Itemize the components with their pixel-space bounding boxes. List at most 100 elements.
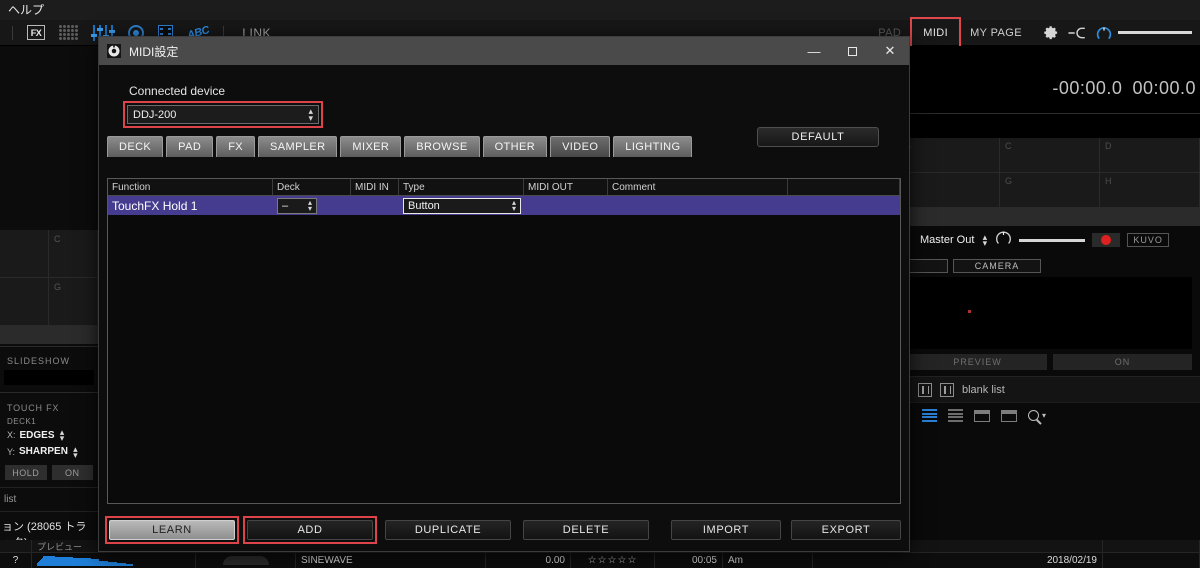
- tab-fx[interactable]: FX: [216, 136, 256, 157]
- tab-browse[interactable]: BROWSE: [404, 136, 480, 157]
- toolbar-my-page-button[interactable]: MY PAGE: [959, 23, 1033, 43]
- midi-settings-dialog: MIDI設定 — ✕ Connected device DDJ-200 ▴ ▾ D…: [98, 36, 910, 552]
- pad-grid-icon[interactable]: [59, 25, 78, 40]
- touchfx-y-value[interactable]: SHARPEN: [19, 446, 68, 457]
- maximize-button[interactable]: [833, 37, 871, 65]
- table-row[interactable]: TouchFX Hold 1 – ▴ ▾ Button ▴ ▾: [108, 196, 900, 215]
- tab-lighting[interactable]: LIGHTING: [613, 136, 693, 157]
- pad-cell[interactable]: C: [1000, 138, 1100, 173]
- delete-button[interactable]: DELETE: [523, 520, 649, 540]
- tab-camera[interactable]: CAMERA: [953, 259, 1041, 273]
- column-header[interactable]: [0, 540, 32, 552]
- column-header[interactable]: Deck: [273, 179, 351, 195]
- pad-cell[interactable]: [0, 230, 49, 278]
- cell-function: TouchFX Hold 1: [112, 198, 198, 213]
- menu-item-help[interactable]: ヘルプ: [2, 0, 50, 20]
- pad-cell[interactable]: G: [49, 278, 98, 326]
- column-header[interactable]: Function: [108, 179, 273, 195]
- kuvo-badge[interactable]: KUVO: [1127, 233, 1169, 247]
- tab-video[interactable]: VIDEO: [550, 136, 611, 157]
- plug-connector-icon[interactable]: [1067, 26, 1087, 40]
- list-view-blue-icon[interactable]: [922, 409, 937, 422]
- calendar-icon[interactable]: [1001, 409, 1017, 422]
- column-header[interactable]: [788, 179, 900, 195]
- sidebar-list-label[interactable]: list: [0, 487, 98, 511]
- pad-cell[interactable]: B: [900, 138, 1000, 173]
- playlist-icon[interactable]: [940, 382, 954, 397]
- mapping-table: Function Deck MIDI IN Type MIDI OUT Comment T…: [107, 178, 901, 504]
- tab-sampler[interactable]: SAMPLER: [258, 136, 338, 157]
- tab-deck[interactable]: DECK: [107, 136, 164, 157]
- chevron-updown-icon[interactable]: ▴▾: [512, 198, 516, 212]
- pad-cell[interactable]: C: [49, 230, 98, 278]
- camera-preview[interactable]: [908, 277, 1192, 349]
- toolbar-midi-button[interactable]: MIDI: [910, 16, 961, 50]
- touchfx-hold-button[interactable]: HOLD: [5, 465, 47, 481]
- view-mode-bar: ▴▾ ▾: [900, 402, 1200, 428]
- row-artwork: [196, 553, 296, 568]
- master-volume-slider[interactable]: [1019, 238, 1086, 242]
- chevron-updown-icon[interactable]: ▴▾: [72, 444, 79, 459]
- minimize-button[interactable]: —: [795, 37, 833, 65]
- search-button[interactable]: ▾: [1028, 410, 1046, 421]
- learn-button[interactable]: LEARN: [109, 520, 235, 540]
- chevron-updown-icon[interactable]: ▴▾: [981, 232, 988, 247]
- row-rating[interactable]: ☆☆☆☆☆: [571, 553, 655, 568]
- record-button[interactable]: [1092, 233, 1121, 247]
- column-header[interactable]: MIDI OUT: [524, 179, 608, 195]
- chevron-down-icon[interactable]: ▾: [1042, 411, 1046, 420]
- slideshow-preview[interactable]: [4, 370, 94, 385]
- device-select-wrap: DDJ-200 ▴ ▾: [123, 101, 323, 128]
- column-header[interactable]: Comment: [608, 179, 788, 195]
- search-icon[interactable]: [1028, 410, 1039, 421]
- tab-other[interactable]: OTHER: [482, 136, 548, 157]
- calendar-icon[interactable]: [974, 409, 990, 422]
- column-header[interactable]: Type: [399, 179, 524, 195]
- tab-pad[interactable]: PAD: [166, 136, 214, 157]
- touchfx-on-button[interactable]: ON: [51, 465, 93, 481]
- duplicate-button[interactable]: DUPLICATE: [385, 520, 511, 540]
- add-button[interactable]: ADD: [247, 520, 373, 540]
- list-icon[interactable]: [918, 382, 932, 397]
- export-button[interactable]: EXPORT: [791, 520, 901, 540]
- close-button[interactable]: ✕: [871, 37, 909, 65]
- list-view-icon[interactable]: [948, 409, 963, 422]
- gear-icon[interactable]: [1043, 25, 1058, 40]
- column-header[interactable]: MIDI IN: [351, 179, 399, 195]
- tab-partial[interactable]: [908, 259, 948, 273]
- type-select[interactable]: Button ▴ ▾: [403, 197, 521, 214]
- import-button[interactable]: IMPORT: [671, 520, 781, 540]
- tab-mixer[interactable]: MIXER: [340, 136, 402, 157]
- device-select[interactable]: DDJ-200 ▴ ▾: [127, 105, 319, 124]
- chevron-updown-icon[interactable]: ▴▾: [59, 428, 66, 443]
- chevron-updown-icon[interactable]: ▴▾: [308, 106, 313, 121]
- cell-midi-in[interactable]: [351, 196, 399, 215]
- row-title: SINEWAVE: [296, 553, 486, 568]
- dialog-footer: LEARN ADD DUPLICATE DELETE IMPORT EXPORT: [99, 509, 909, 551]
- pad-cell[interactable]: D: [1100, 138, 1200, 173]
- pad-cell[interactable]: [0, 278, 49, 326]
- knob-icon[interactable]: [995, 229, 1012, 251]
- deck-select-value: –: [282, 199, 289, 212]
- table-row[interactable]: ? SINEWAVE 0.00 ☆☆☆☆☆ 00:05 Am 2018/02/1…: [0, 553, 1200, 568]
- pad-cell[interactable]: G: [1000, 173, 1100, 208]
- fx-icon[interactable]: FX: [27, 25, 45, 40]
- preview-button[interactable]: PREVIEW: [908, 354, 1047, 370]
- pad-cell[interactable]: H: [1100, 173, 1200, 208]
- device-select-value: DDJ-200: [133, 108, 177, 121]
- deck-select[interactable]: – ▴ ▾: [277, 197, 317, 214]
- pad-cell[interactable]: F: [900, 173, 1000, 208]
- column-header[interactable]: [1103, 540, 1200, 552]
- knob-icon[interactable]: [1096, 25, 1112, 41]
- touchfx-x-value[interactable]: EDGES: [20, 430, 55, 441]
- default-button[interactable]: DEFAULT: [757, 127, 879, 147]
- blank-list-label: blank list: [962, 383, 1005, 396]
- dialog-titlebar[interactable]: MIDI設定 — ✕: [99, 37, 909, 65]
- row-extra: [1103, 553, 1200, 568]
- volume-slider[interactable]: [1118, 31, 1192, 34]
- chevron-updown-icon[interactable]: ▴▾: [308, 198, 312, 212]
- blank-list-row[interactable]: blank list: [900, 376, 1200, 402]
- cell-comment[interactable]: [608, 196, 900, 215]
- camera-on-button[interactable]: ON: [1053, 354, 1192, 370]
- cell-midi-out[interactable]: [524, 196, 608, 215]
